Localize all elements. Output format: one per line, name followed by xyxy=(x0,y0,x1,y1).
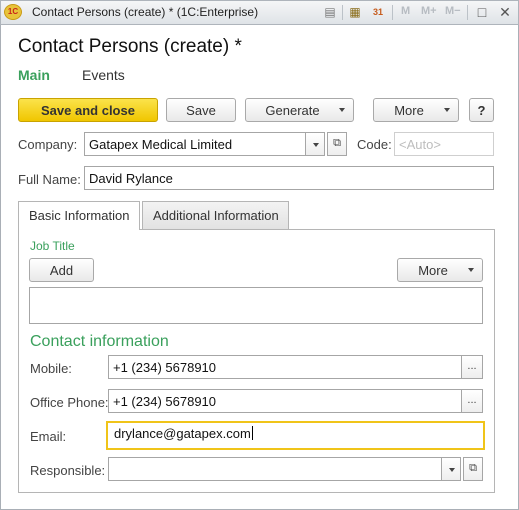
email-value: drylance@gatapex.com xyxy=(114,426,251,441)
email-field[interactable]: drylance@gatapex.com xyxy=(106,421,485,450)
generate-button[interactable]: Generate xyxy=(245,98,354,122)
job-title-label: Job Title xyxy=(30,239,75,253)
office-phone-edit-button[interactable]: ... xyxy=(461,389,483,413)
more-label: More xyxy=(418,262,448,278)
memory-subtract-button[interactable]: M− xyxy=(445,5,461,17)
save-and-close-button[interactable]: Save and close xyxy=(18,98,158,122)
chevron-down-icon xyxy=(339,108,345,112)
toolbar-divider xyxy=(392,5,393,20)
company-open-button[interactable]: ⧉ xyxy=(327,132,347,156)
responsible-label: Responsible: xyxy=(30,463,106,478)
tab-additional-information[interactable]: Additional Information xyxy=(142,201,289,229)
text-cursor xyxy=(251,426,253,440)
company-field[interactable]: Gatapex Medical Limited xyxy=(84,132,306,156)
office-phone-label: Office Phone: xyxy=(30,395,109,410)
form-title: Contact Persons (create) * xyxy=(18,36,242,57)
mobile-field[interactable]: +1 (234) 5678910 xyxy=(108,355,462,379)
company-label: Company: xyxy=(18,137,78,152)
toolbar-divider xyxy=(467,5,468,20)
chevron-down-icon xyxy=(313,143,319,147)
window-title: Contact Persons (create) * (1C:Enterpris… xyxy=(32,5,259,19)
calendar-icon[interactable]: 31 xyxy=(370,4,386,20)
code-field[interactable]: <Auto> xyxy=(394,132,494,156)
responsible-open-button[interactable]: ⧉ xyxy=(463,457,483,481)
more-label: More xyxy=(394,102,424,118)
job-title-list[interactable] xyxy=(29,287,483,324)
close-icon[interactable]: ✕ xyxy=(497,4,513,20)
tab-basic-information[interactable]: Basic Information xyxy=(18,201,140,230)
chevron-down-icon xyxy=(449,468,455,472)
chevron-down-icon xyxy=(444,108,450,112)
add-job-title-button[interactable]: Add xyxy=(29,258,94,282)
full-name-field[interactable]: David Rylance xyxy=(84,166,494,190)
toolbar-divider xyxy=(342,5,343,20)
job-title-more-button[interactable]: More xyxy=(397,258,483,282)
help-button[interactable]: ? xyxy=(469,98,494,122)
office-phone-field[interactable]: +1 (234) 5678910 xyxy=(108,389,462,413)
more-menu-button[interactable]: More xyxy=(373,98,459,122)
save-button[interactable]: Save xyxy=(166,98,236,122)
mobile-edit-button[interactable]: ... xyxy=(461,355,483,379)
open-window-icon: ⧉ xyxy=(469,462,477,474)
responsible-field[interactable] xyxy=(108,457,442,481)
section-link-main[interactable]: Main xyxy=(18,67,50,83)
calculator-icon[interactable]: ▦ xyxy=(347,4,363,20)
full-name-label: Full Name: xyxy=(18,172,81,187)
open-window-icon: ⧉ xyxy=(333,137,341,149)
mobile-label: Mobile: xyxy=(30,361,72,376)
section-link-events[interactable]: Events xyxy=(82,67,125,83)
generate-label: Generate xyxy=(265,102,320,118)
document-icon[interactable]: ▤ xyxy=(322,4,338,20)
chevron-down-icon xyxy=(468,268,474,272)
maximize-icon[interactable]: □ xyxy=(474,4,490,20)
app-logo-icon[interactable]: 1C xyxy=(4,4,22,20)
memory-add-button[interactable]: M+ xyxy=(421,5,437,17)
responsible-dropdown-button[interactable] xyxy=(441,457,461,481)
company-dropdown-button[interactable] xyxy=(305,132,325,156)
code-label: Code: xyxy=(357,137,392,152)
email-label: Email: xyxy=(30,429,67,444)
memory-store-button[interactable]: M xyxy=(401,5,410,17)
contact-information-header: Contact information xyxy=(30,333,169,350)
